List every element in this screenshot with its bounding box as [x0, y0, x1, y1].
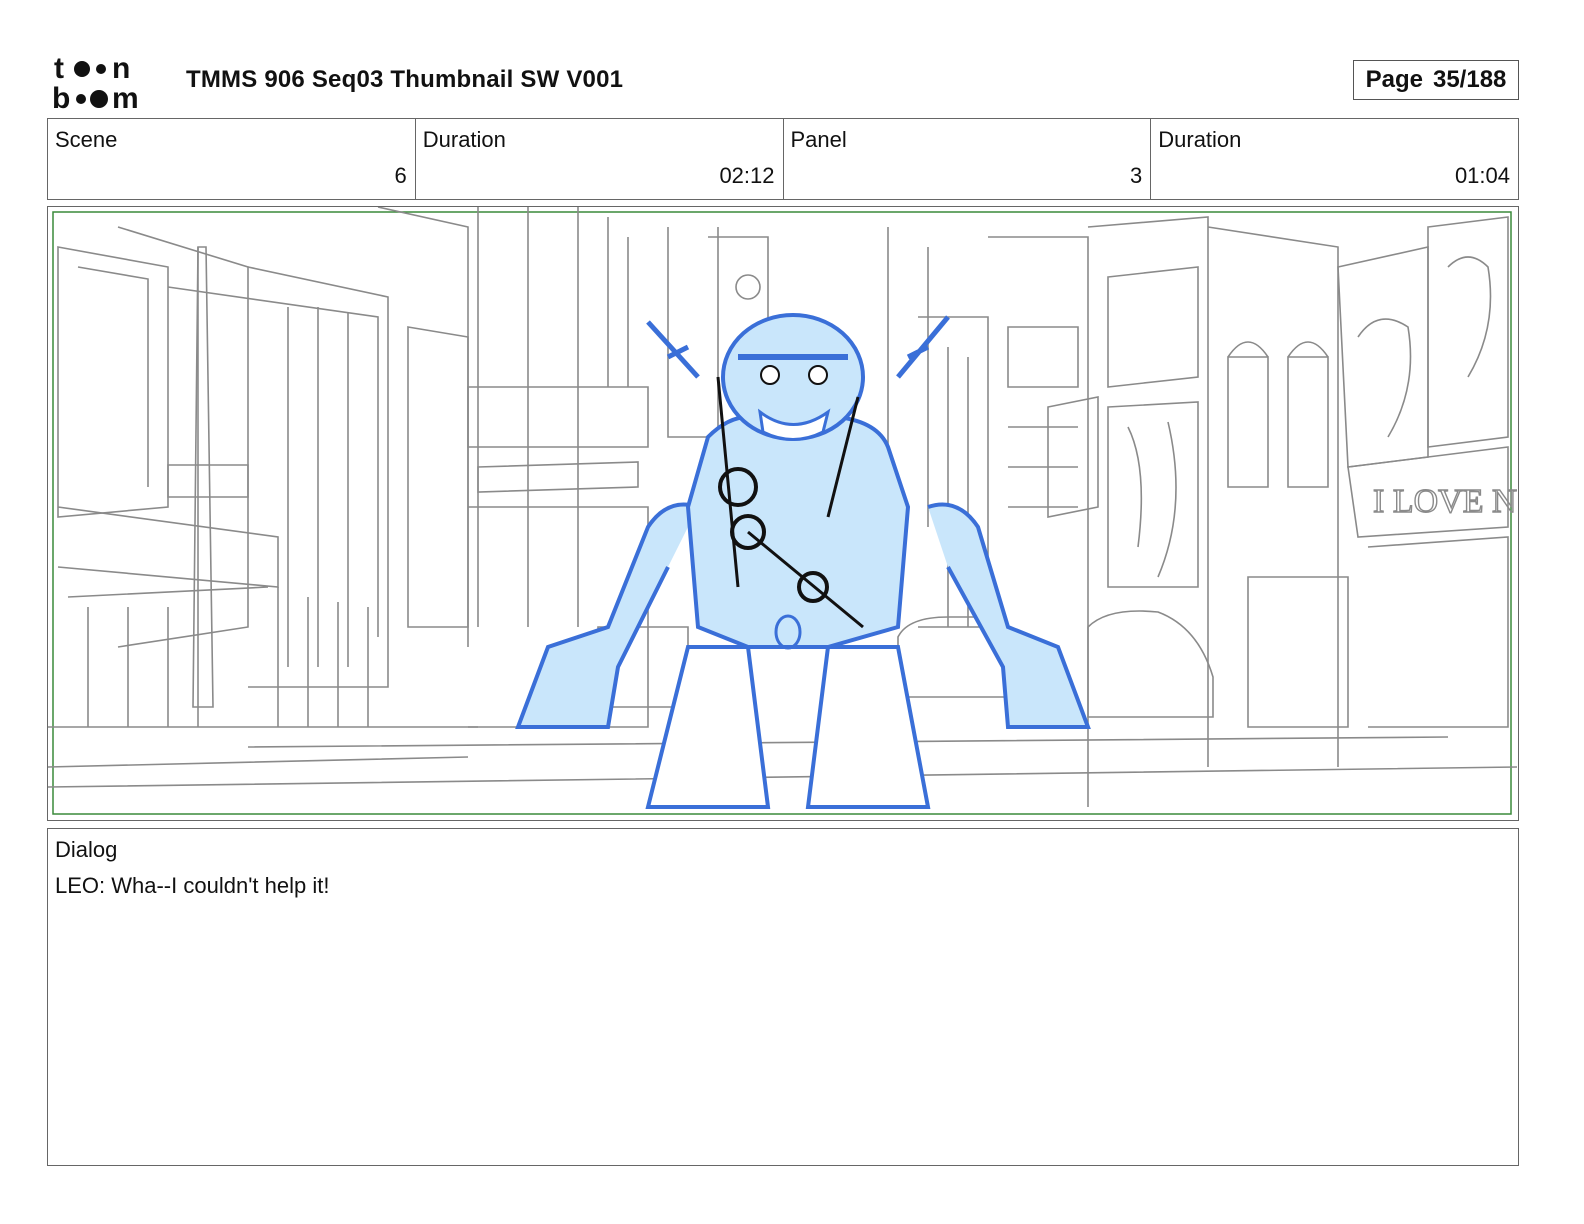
panel-value: 3 [1130, 163, 1143, 188]
storyboard-panel: I LOVE NY GIFT [47, 206, 1519, 821]
scene-value: 6 [394, 163, 407, 188]
page-indicator: Page 35/188 [1353, 60, 1519, 100]
panel-cell: Panel 3 [784, 119, 1152, 199]
storyboard-drawing: I LOVE NY GIFT [48, 207, 1517, 815]
panel-duration-value: 01:04 [1454, 163, 1510, 188]
dialog-label: Dialog [55, 837, 118, 862]
scene-cell: Scene 6 [48, 119, 416, 199]
panel-duration-label: Duration [1158, 127, 1242, 152]
scene-label: Scene [55, 127, 118, 152]
svg-text:m: m [112, 82, 139, 114]
toon-boom-logo: t n b m [52, 52, 139, 114]
dialog-text: LEO: Wha--I couldn't help it! [55, 873, 330, 898]
scene-duration-label: Duration [422, 127, 506, 152]
billboard-text: I LOVE NY GIFT [1373, 483, 1517, 520]
svg-text:b: b [52, 82, 70, 114]
dialog-box: Dialog LEO: Wha--I couldn't help it! [47, 828, 1519, 1166]
page-number: 35/188 [1432, 66, 1507, 93]
document-title: TMMS 906 Seq03 Thumbnail SW V001 [186, 66, 624, 93]
page-label: Page [1365, 66, 1423, 93]
scene-duration-value: 02:12 [719, 163, 775, 188]
panel-label: Panel [790, 127, 847, 152]
scene-duration-cell: Duration 02:12 [416, 119, 784, 199]
panel-duration-cell: Duration 01:04 [1151, 119, 1518, 199]
scene-info-table: Scene 6 Duration 02:12 Panel 3 Duration … [47, 118, 1519, 200]
svg-text:t: t [54, 52, 64, 85]
svg-text:n: n [112, 52, 130, 85]
